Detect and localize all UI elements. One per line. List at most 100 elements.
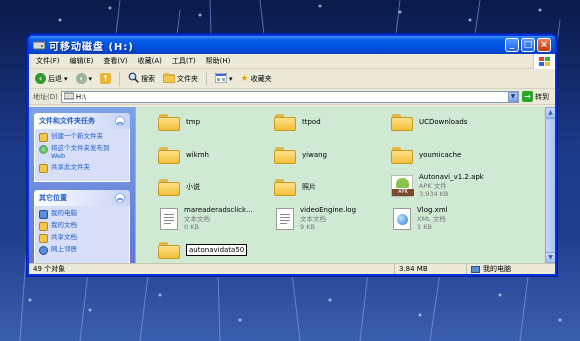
task-publish-web[interactable]: 将这个文件夹发布到 Web [39, 144, 125, 161]
shared-folder-icon [39, 233, 48, 243]
scroll-up-icon[interactable]: ▲ [545, 107, 555, 118]
documents-folder-icon [39, 221, 48, 231]
explorer-window: 可移动磁盘 (H:) _ □ × 文件(F) 编辑(E) 查看(V) 收藏(A)… [27, 34, 557, 276]
views-button[interactable]: ▾ [213, 72, 235, 86]
file-kind: 文本文档 [184, 214, 210, 223]
file-item[interactable]: UCDownloads [391, 113, 467, 131]
menu-file[interactable]: 文件(F) [31, 56, 65, 66]
collapse-icon[interactable]: ︽ [115, 192, 125, 203]
file-item[interactable]: mareaderadsclick... 文本文档 0 KB [160, 206, 253, 231]
back-dropdown-icon[interactable]: ▾ [64, 75, 68, 83]
close-button[interactable]: × [537, 38, 551, 52]
file-size: 1 KB [417, 222, 432, 231]
folder-icon [158, 178, 180, 196]
address-value: H:\ [75, 92, 86, 101]
menu-edit[interactable]: 编辑(E) [65, 56, 99, 66]
folders-label: 文件夹 [177, 74, 199, 83]
rename-field[interactable]: autonavidata50 [186, 243, 248, 257]
place-shared-documents[interactable]: 共享文档 [39, 232, 125, 243]
forward-button[interactable]: › ▾ [74, 72, 95, 85]
file-name: youmicache [419, 150, 462, 159]
file-item[interactable]: 小说 [158, 178, 200, 196]
text-document-icon [160, 207, 178, 230]
other-places-header[interactable]: 其它位置 ︽ [34, 189, 130, 206]
task-new-folder[interactable]: 创建一个新文件夹 [39, 132, 125, 142]
go-button[interactable]: → 转到 [522, 91, 551, 102]
new-folder-icon [39, 133, 48, 142]
file-kind: APK 文件 [419, 181, 447, 190]
file-item[interactable]: wikmh [158, 146, 209, 164]
forward-arrow-icon: › [75, 73, 87, 84]
menu-view[interactable]: 查看(V) [98, 56, 132, 66]
file-kind: 文本文档 [300, 214, 326, 223]
android-apk-icon: APK [391, 174, 414, 197]
back-label: 后退 [48, 74, 62, 83]
globe-icon [39, 145, 48, 154]
vertical-scrollbar[interactable]: ▲ ▼ [544, 107, 555, 263]
file-name: mareaderadsclick... [184, 206, 253, 214]
text-document-icon [276, 207, 294, 230]
file-item-renaming[interactable]: autonavidata50 [158, 241, 248, 259]
share-folder-icon [39, 163, 48, 173]
maximize-button[interactable]: □ [521, 38, 535, 52]
place-my-documents[interactable]: 我的文档 [39, 220, 125, 231]
menu-help[interactable]: 帮助(H) [201, 56, 236, 66]
place-label: 网上邻居 [51, 244, 77, 253]
place-network[interactable]: 网上邻居 [39, 244, 125, 255]
minimize-button[interactable]: _ [505, 38, 519, 52]
place-label: 我的电脑 [51, 208, 77, 217]
network-icon [39, 245, 48, 255]
views-dropdown-icon[interactable]: ▾ [229, 75, 233, 83]
main-content: 文件和文件夹任务 ︽ 创建一个新文件夹 将这个文件夹发布到 Web 共享此文件夹 [29, 107, 555, 263]
status-size: 3.84 MB [395, 264, 467, 274]
folder-icon [274, 146, 296, 164]
menu-tools[interactable]: 工具(T) [167, 56, 201, 66]
collapse-icon[interactable]: ︽ [115, 116, 125, 126]
star-icon: ★ [240, 73, 249, 84]
file-list: tmp ttpod UCDownloads wikmh yiwang youmi… [135, 107, 555, 263]
task-pane: 文件和文件夹任务 ︽ 创建一个新文件夹 将这个文件夹发布到 Web 共享此文件夹 [29, 107, 135, 263]
task-label: 创建一个新文件夹 [51, 132, 103, 140]
file-item[interactable]: youmicache [391, 146, 461, 164]
forward-dropdown-icon[interactable]: ▾ [89, 75, 93, 83]
go-arrow-icon: → [522, 91, 533, 102]
file-item[interactable]: ttpod [274, 113, 321, 131]
views-icon [214, 72, 228, 85]
address-dropdown-icon[interactable]: ▼ [508, 91, 518, 102]
file-tasks-header[interactable]: 文件和文件夹任务 ︽ [34, 113, 130, 129]
address-input[interactable]: H:\ ▼ [60, 90, 519, 103]
scroll-down-icon[interactable]: ▼ [545, 252, 555, 263]
scroll-thumb[interactable] [545, 118, 555, 263]
menu-favorites[interactable]: 收藏(A) [133, 56, 167, 66]
place-label: 共享文档 [51, 232, 77, 241]
file-name: 照片 [302, 182, 316, 191]
file-tasks-title: 文件和文件夹任务 [39, 117, 95, 125]
file-name: ttpod [302, 117, 321, 126]
file-size: 3,934 KB [419, 189, 449, 198]
folder-icon [391, 113, 413, 131]
computer-icon [471, 265, 480, 273]
file-name: videoEngine.log [300, 206, 357, 214]
title-bar[interactable]: 可移动磁盘 (H:) _ □ × [29, 36, 555, 54]
file-item[interactable]: videoEngine.log 文本文档 9 KB [276, 206, 356, 231]
back-button[interactable]: ‹ 后退 ▾ [33, 72, 70, 85]
file-name: wikmh [186, 150, 209, 159]
task-share-folder[interactable]: 共享此文件夹 [39, 163, 125, 173]
file-item[interactable]: Vlog.xml XML 文档 1 KB [393, 206, 448, 231]
file-item[interactable]: APK Autonavi_v1.2.apk APK 文件 3,934 KB [391, 173, 484, 198]
folder-icon [274, 178, 296, 196]
file-name: Vlog.xml [417, 206, 448, 214]
search-button[interactable]: 搜索 [126, 71, 157, 86]
folders-button[interactable]: 文件夹 [161, 72, 200, 86]
place-my-computer[interactable]: 我的电脑 [39, 208, 125, 219]
file-item[interactable]: tmp [158, 113, 200, 131]
place-label: 我的文档 [51, 220, 77, 229]
up-button[interactable]: ↑ [98, 72, 113, 85]
file-item[interactable]: 照片 [274, 178, 316, 196]
file-item[interactable]: yiwang [274, 146, 327, 164]
search-icon [128, 72, 139, 85]
status-object-count: 49 个对象 [29, 264, 395, 274]
xml-document-icon [393, 207, 411, 230]
window-title: 可移动磁盘 (H:) [49, 41, 134, 53]
favorites-button[interactable]: ★ 收藏夹 [239, 73, 274, 85]
